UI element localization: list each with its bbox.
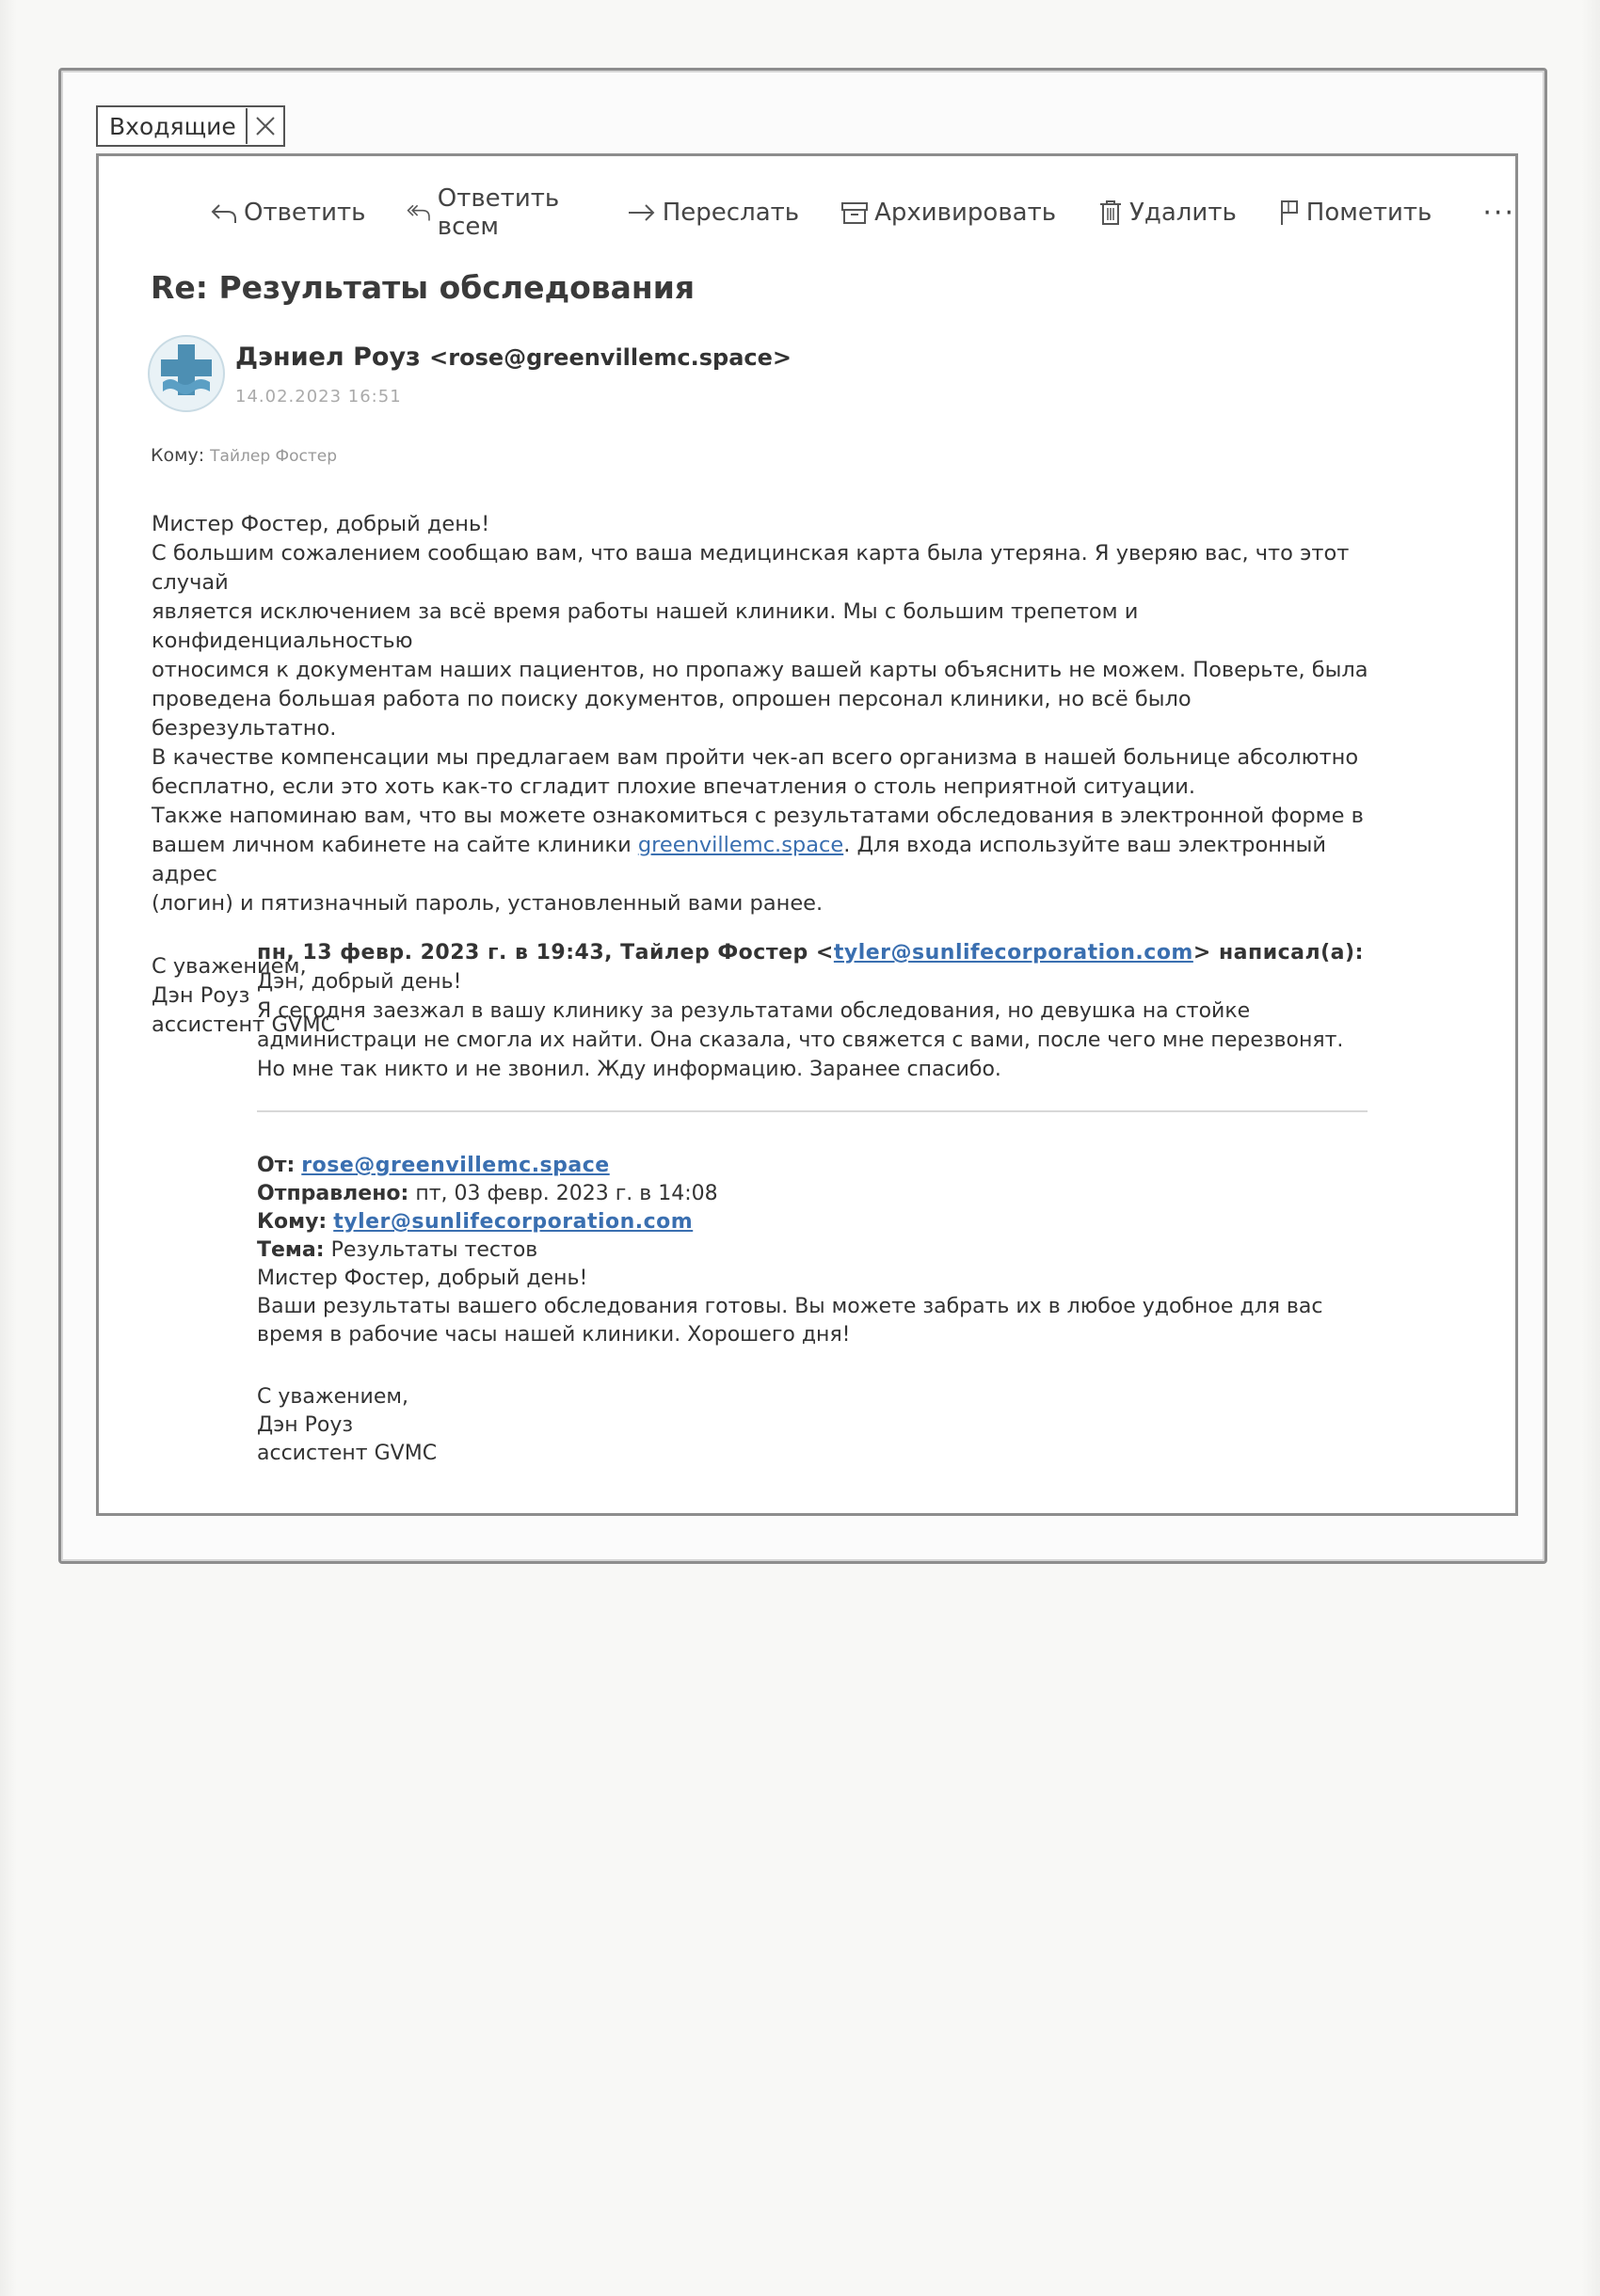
flag-button[interactable]: Пометить xyxy=(1278,199,1432,227)
body-line: относимся к документам наших пациентов, … xyxy=(152,658,1368,682)
divider xyxy=(257,1110,1368,1112)
quote-sender-email-link[interactable]: tyler@sunlifecorporation.com xyxy=(834,941,1193,965)
fwd-subject: Тема: Результаты тестов xyxy=(257,1236,1368,1265)
flag-label: Пометить xyxy=(1305,199,1432,227)
tab-inbox[interactable]: Входящие xyxy=(96,105,285,147)
forward-arrow-icon xyxy=(628,204,655,221)
forward-button[interactable]: Переслать xyxy=(627,199,799,227)
signature-line: С уважением, xyxy=(257,1385,408,1409)
forward-label: Переслать xyxy=(662,199,800,227)
flag-icon xyxy=(1280,200,1298,225)
quote-line: администраци не смогла их найти. Она ска… xyxy=(257,1028,1344,1052)
reply-label: Ответить xyxy=(244,199,366,227)
fwd-to-label: Кому: xyxy=(257,1210,328,1234)
signature-line: Дэн Роуз xyxy=(257,1413,354,1437)
fwd-from: От: rose@greenvillemc.space xyxy=(257,1152,1368,1180)
body-line: В качестве компенсации мы предлагаем вам… xyxy=(152,745,1359,770)
avatar xyxy=(148,335,225,412)
quoted-message: пн, 13 февр. 2023 г. в 19:43, Тайлер Фос… xyxy=(257,938,1368,1084)
fwd-subject-label: Тема: xyxy=(257,1238,325,1262)
quote-line: Но мне так никто и не звонил. Жду информ… xyxy=(257,1058,1001,1081)
archive-label: Архивировать xyxy=(874,199,1057,227)
archive-button[interactable]: Архивировать xyxy=(840,199,1056,227)
fwd-subject-value: Результаты тестов xyxy=(330,1238,538,1262)
reply-all-icon xyxy=(407,204,431,221)
sender-name: Дэниел Роуз xyxy=(235,343,421,372)
close-icon[interactable] xyxy=(245,108,283,144)
body-line: Также напоминаю вам, что вы можете ознак… xyxy=(152,804,1364,828)
recipient-line: Кому: Тайлер Фостер xyxy=(151,445,337,466)
body-text: вашем личном кабинете на сайте клиники xyxy=(152,833,638,857)
fwd-to-email-link[interactable]: tyler@sunlifecorporation.com xyxy=(333,1210,693,1234)
reply-button[interactable]: Ответить xyxy=(210,199,365,227)
fwd-sent-label: Отправлено: xyxy=(257,1182,409,1205)
fwd-line: Ваши результаты вашего обследования гото… xyxy=(257,1295,1323,1318)
fwd-from-label: От: xyxy=(257,1154,296,1177)
delete-button[interactable]: Удалить xyxy=(1097,199,1237,227)
recipient-name[interactable]: Тайлер Фостер xyxy=(210,447,337,466)
forwarded-message: От: rose@greenvillemc.space Отправлено: … xyxy=(257,1152,1368,1468)
body-line: (логин) и пятизначный пароль, установлен… xyxy=(152,891,824,916)
fwd-sent-value: пт, 03 февр. 2023 г. в 14:08 xyxy=(415,1182,718,1205)
to-label: Кому: xyxy=(151,445,205,466)
fwd-line: Мистер Фостер, добрый день! xyxy=(257,1267,588,1290)
sender: Дэниел Роуз <rose@greenvillemc.space> xyxy=(235,343,792,372)
body-line: является исключением за всё время работы… xyxy=(152,599,1139,653)
quote-header: пн, 13 февр. 2023 г. в 19:43, Тайлер Фос… xyxy=(257,938,1368,967)
medical-cross-icon xyxy=(161,344,212,395)
clinic-site-link[interactable]: greenvillemc.space xyxy=(638,833,843,857)
sender-email: <rose@greenvillemc.space> xyxy=(429,344,792,371)
fwd-sent: Отправлено: пт, 03 февр. 2023 г. в 14:08 xyxy=(257,1180,1368,1208)
delete-label: Удалить xyxy=(1129,199,1237,227)
trash-icon xyxy=(1100,200,1122,225)
quote-line: Дэн, добрый день! xyxy=(257,970,462,994)
fwd-from-email-link[interactable]: rose@greenvillemc.space xyxy=(301,1154,609,1177)
reply-icon xyxy=(211,204,236,223)
reply-all-label: Ответить всем xyxy=(437,184,560,241)
signature-line: ассистент GVMC xyxy=(257,1442,438,1465)
message-date: 14.02.2023 16:51 xyxy=(235,387,402,407)
quote-header-text: > написал(а): xyxy=(1192,941,1364,965)
body-line: проведена большая работа по поиску докум… xyxy=(152,687,1192,741)
quote-line: Я сегодня заезжал в вашу клинику за резу… xyxy=(257,999,1251,1023)
fwd-to: Кому: tyler@sunlifecorporation.com xyxy=(257,1208,1368,1236)
message-pane: Ответить Ответить всем Переслать Архивир… xyxy=(96,153,1518,1516)
greeting: Мистер Фостер, добрый день! xyxy=(152,512,490,536)
message-toolbar: Ответить Ответить всем Переслать Архивир… xyxy=(210,184,1515,241)
message-subject: Re: Результаты обследования xyxy=(151,269,696,306)
more-options-icon[interactable]: ··· xyxy=(1482,197,1515,230)
body-line: бесплатно, если это хоть как-то сгладит … xyxy=(152,774,1196,799)
quote-header-text: пн, 13 февр. 2023 г. в 19:43, Тайлер Фос… xyxy=(257,941,834,965)
body-line: С большим сожалением сообщаю вам, что ва… xyxy=(152,541,1350,595)
fwd-line: время в рабочие часы нашей клиники. Хоро… xyxy=(257,1323,851,1347)
tab-label: Входящие xyxy=(109,112,236,140)
archive-icon xyxy=(841,202,869,224)
body-line: вашем личном кабинете на сайте клиники g… xyxy=(152,831,1375,889)
reply-all-button[interactable]: Ответить всем xyxy=(407,184,584,241)
